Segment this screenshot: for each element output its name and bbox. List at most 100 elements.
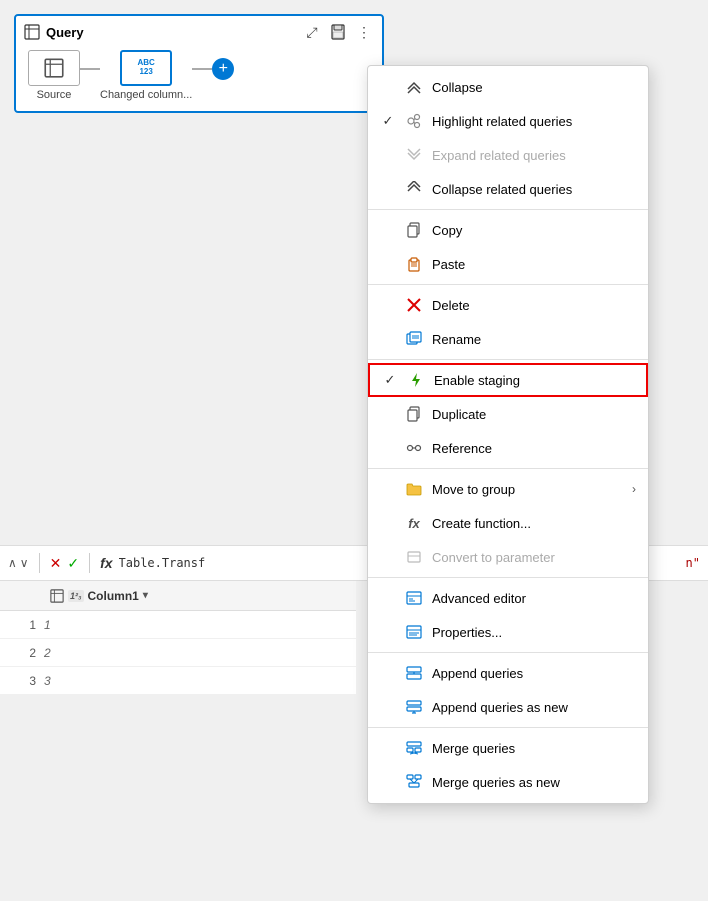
pipeline: Source ABC 123 Changed column... + [24, 48, 374, 103]
expand-icon[interactable]: ⤢ [302, 22, 322, 42]
menu-item-convert-parameter: Convert to parameter [368, 540, 648, 574]
cell-3-1: 3 [44, 674, 51, 688]
submenu-arrow-move-group: › [632, 482, 636, 496]
merge-new-icon [404, 774, 424, 790]
menu-item-copy[interactable]: Copy [368, 213, 648, 247]
grid-header: 1²₃ Column1 ▾ [0, 581, 356, 611]
menu-item-move-to-group[interactable]: Move to group › [368, 472, 648, 506]
rename-icon [404, 331, 424, 347]
highlight-icon [404, 113, 424, 129]
menu-label-append-queries: Append queries [432, 666, 636, 681]
menu-label-collapse: Collapse [432, 80, 636, 95]
menu-item-advanced-editor[interactable]: Advanced editor [368, 581, 648, 615]
properties-icon [404, 624, 424, 640]
cell-1-1: 1 [44, 618, 51, 632]
menu-label-append-queries-new: Append queries as new [432, 700, 636, 715]
delete-icon [404, 297, 424, 313]
menu-item-collapse-related[interactable]: Collapse related queries [368, 172, 648, 206]
menu-label-advanced-editor: Advanced editor [432, 591, 636, 606]
menu-label-move-to-group: Move to group [432, 482, 624, 497]
menu-label-reference: Reference [432, 441, 636, 456]
pipeline-connector-2 [192, 68, 212, 70]
pipeline-connector-1 [80, 68, 100, 70]
col-name: Column1 [88, 589, 139, 603]
query-title: Query [24, 24, 84, 40]
menu-label-convert-parameter: Convert to parameter [432, 550, 636, 565]
menu-item-duplicate[interactable]: Duplicate [368, 397, 648, 431]
changed-label: Changed column... [100, 89, 192, 101]
row-number-3: 3 [8, 674, 44, 688]
menu-item-collapse[interactable]: Collapse [368, 70, 648, 104]
column-header[interactable]: 1²₃ Column1 ▾ [50, 589, 148, 603]
source-step-box [28, 50, 80, 86]
cancel-edit[interactable]: ✕ [50, 555, 62, 572]
menu-label-copy: Copy [432, 223, 636, 238]
formula-suffix: n" [686, 556, 700, 570]
menu-label-paste: Paste [432, 257, 636, 272]
menu-item-append-queries-new[interactable]: Append queries as new [368, 690, 648, 724]
convert-icon [404, 549, 424, 565]
query-name: Query [46, 25, 84, 40]
pipeline-step-source[interactable]: Source [28, 50, 80, 101]
expand-related-icon [404, 147, 424, 163]
menu-label-create-function: Create function... [432, 516, 636, 531]
copy-icon [404, 222, 424, 238]
nav-up[interactable]: ∧ [8, 556, 17, 570]
menu-item-merge-queries[interactable]: Merge queries [368, 731, 648, 765]
col-type-badge: 1²₃ [68, 590, 84, 602]
formula-sep-2 [89, 553, 90, 573]
col-table-icon [50, 589, 64, 603]
menu-label-expand-related: Expand related queries [432, 148, 636, 163]
menu-item-paste[interactable]: Paste [368, 247, 648, 281]
nav-down[interactable]: ∨ [20, 556, 29, 570]
divider-4 [368, 468, 648, 469]
formula-sep-1 [39, 553, 40, 573]
row-number-2: 2 [8, 646, 44, 660]
menu-label-enable-staging: Enable staging [434, 373, 634, 388]
more-icon[interactable]: ⋮ [354, 22, 374, 42]
cell-2-1: 2 [44, 646, 51, 660]
pipeline-step-changed[interactable]: ABC 123 Changed column... [100, 50, 192, 101]
row-number-1: 1 [8, 618, 44, 632]
menu-label-merge-queries: Merge queries [432, 741, 636, 756]
menu-item-properties[interactable]: Properties... [368, 615, 648, 649]
source-label: Source [37, 89, 72, 101]
fx-label: fx [100, 555, 112, 571]
formula-nav: ∧ ∨ [8, 556, 29, 570]
menu-item-expand-related: Expand related queries [368, 138, 648, 172]
menu-item-append-queries[interactable]: Append queries [368, 656, 648, 690]
changed-step-box: ABC 123 [120, 50, 172, 86]
confirm-edit[interactable]: ✓ [67, 555, 79, 572]
menu-item-rename[interactable]: Rename [368, 322, 648, 356]
fx-icon: fx [404, 516, 424, 531]
col-dropdown[interactable]: ▾ [143, 590, 148, 601]
divider-5 [368, 577, 648, 578]
check-highlight: ✓ [380, 113, 396, 129]
menu-item-enable-staging[interactable]: ✓ Enable staging [368, 363, 648, 397]
save-icon[interactable] [328, 22, 348, 42]
query-title-bar: Query ⤢ ⋮ [24, 22, 374, 42]
append-new-icon [404, 699, 424, 715]
menu-item-merge-queries-new[interactable]: Merge queries as new [368, 765, 648, 799]
menu-item-delete[interactable]: Delete [368, 288, 648, 322]
divider-2 [368, 284, 648, 285]
menu-label-rename: Rename [432, 332, 636, 347]
merge-icon [404, 740, 424, 756]
table-icon [24, 24, 40, 40]
lightning-icon [406, 372, 426, 388]
append-icon [404, 665, 424, 681]
menu-item-create-function[interactable]: fx Create function... [368, 506, 648, 540]
query-panel: Query ⤢ ⋮ Source [14, 14, 384, 113]
paste-icon [404, 256, 424, 272]
table-row: 3 3 [0, 667, 356, 695]
menu-label-properties: Properties... [432, 625, 636, 640]
add-step-button[interactable]: + [212, 58, 234, 80]
folder-icon [404, 481, 424, 497]
menu-item-reference[interactable]: Reference [368, 431, 648, 465]
collapse-related-icon [404, 181, 424, 197]
duplicate-icon [404, 406, 424, 422]
menu-label-duplicate: Duplicate [432, 407, 636, 422]
divider-3 [368, 359, 648, 360]
menu-item-highlight-related[interactable]: ✓ Highlight related queries [368, 104, 648, 138]
source-table-icon [44, 58, 64, 78]
